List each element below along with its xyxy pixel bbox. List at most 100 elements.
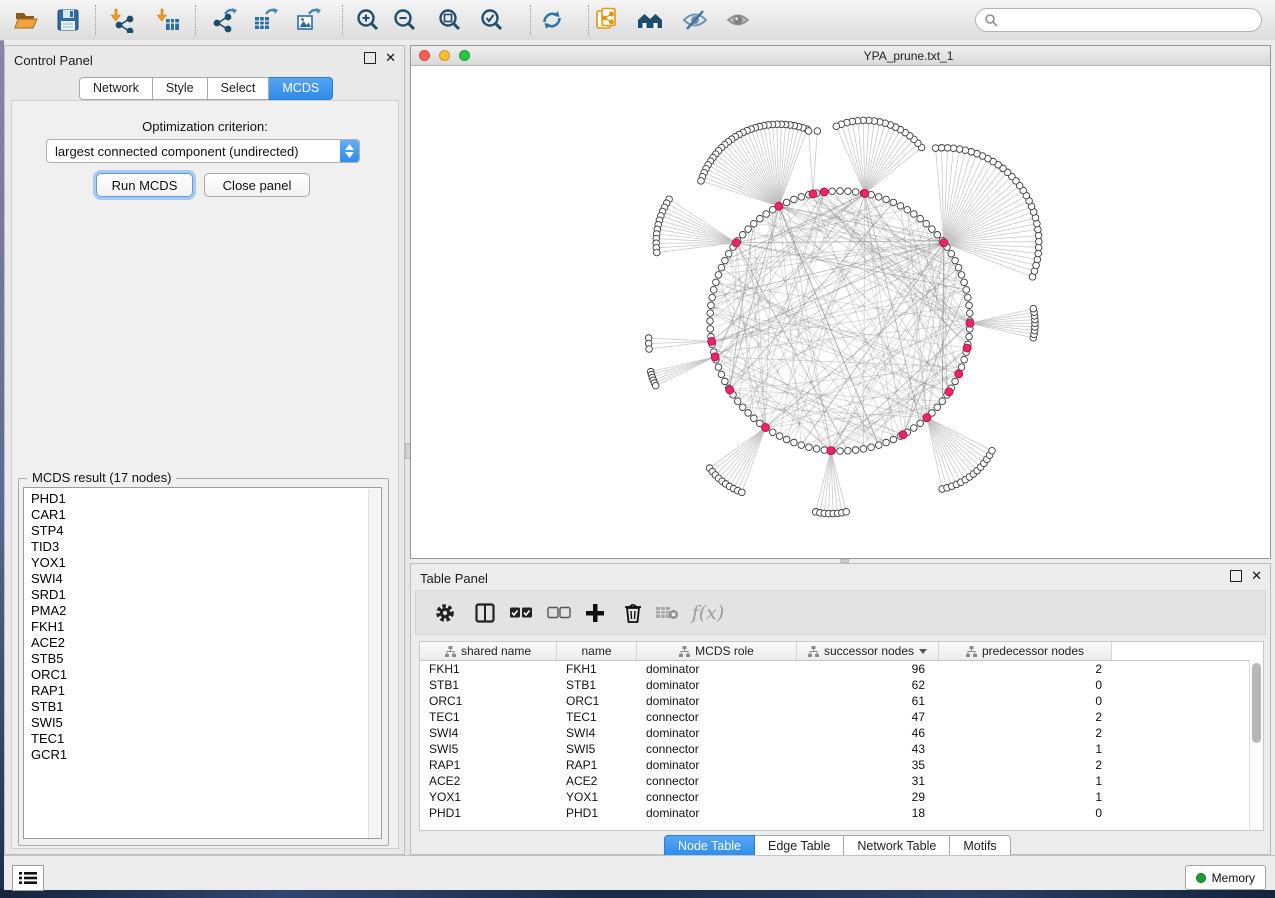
network-node[interactable]	[852, 189, 859, 196]
mcds-list-item[interactable]: STP4	[31, 523, 381, 539]
mcds-node[interactable]	[732, 239, 740, 247]
table-row[interactable]: FKH1FKH1dominator962	[420, 661, 1250, 677]
table-row[interactable]: YOX1YOX1connector291	[420, 789, 1250, 805]
network-node[interactable]	[965, 294, 972, 301]
zoom-selected-icon[interactable]	[477, 6, 507, 34]
network-node[interactable]	[734, 398, 741, 405]
mcds-list-item[interactable]: GCR1	[31, 747, 381, 763]
network-canvas[interactable]	[411, 66, 1270, 558]
mcds-node[interactable]	[708, 337, 716, 345]
network-node[interactable]	[783, 199, 790, 206]
network-document-icon[interactable]	[592, 6, 622, 34]
network-node[interactable]	[961, 279, 968, 286]
refresh-layout-icon[interactable]	[537, 6, 567, 34]
close-panel-icon[interactable]: ✕	[1251, 571, 1262, 581]
export-table-icon[interactable]	[250, 6, 280, 34]
network-node[interactable]	[718, 371, 725, 378]
deselect-all-icon[interactable]	[546, 600, 572, 626]
network-window-titlebar[interactable]: YPA_prune.txt_1	[411, 46, 1270, 66]
mcds-list-item[interactable]: SWI5	[31, 715, 381, 731]
mcds-list-item[interactable]: STB1	[31, 699, 381, 715]
mcds-node[interactable]	[940, 239, 948, 247]
mcds-node[interactable]	[899, 431, 907, 439]
table-row[interactable]: ORC1ORC1dominator610	[420, 693, 1250, 709]
tab-mcds[interactable]: MCDS	[269, 77, 333, 100]
network-node[interactable]	[798, 442, 805, 449]
export-image-icon[interactable]	[293, 6, 323, 34]
network-node[interactable]	[715, 272, 722, 279]
task-history-button[interactable]	[12, 865, 44, 891]
network-node[interactable]	[776, 433, 783, 440]
network-node[interactable]	[989, 447, 996, 454]
mcds-node[interactable]	[809, 190, 817, 198]
network-node[interactable]	[739, 231, 746, 238]
mcds-result-list[interactable]: PHD1CAR1STP4TID3YOX1SWI4SRD1PMA2FKH1ACE2…	[23, 487, 382, 839]
network-node[interactable]	[698, 178, 705, 185]
network-node[interactable]	[948, 250, 955, 257]
table-row[interactable]: SWI5SWI5connector431	[420, 741, 1250, 757]
open-file-icon[interactable]	[11, 6, 41, 34]
mcds-node[interactable]	[966, 319, 974, 327]
network-node[interactable]	[929, 226, 936, 233]
mcds-node[interactable]	[963, 344, 971, 352]
network-node[interactable]	[852, 447, 859, 454]
optimization-criterion-select[interactable]: largest connected component (undirected)	[46, 139, 360, 163]
mcds-node[interactable]	[945, 388, 953, 396]
network-node[interactable]	[708, 302, 715, 309]
column-header-predecessor-nodes[interactable]: predecessor nodes	[939, 642, 1112, 661]
chevron-down-icon[interactable]	[919, 649, 927, 654]
network-node[interactable]	[718, 264, 725, 271]
show-eye-icon[interactable]	[723, 6, 753, 34]
mcds-list-item[interactable]: ORC1	[31, 667, 381, 683]
mcds-node[interactable]	[923, 414, 931, 422]
network-node[interactable]	[955, 264, 962, 271]
network-node[interactable]	[769, 429, 776, 436]
network-node[interactable]	[791, 196, 798, 203]
mcds-list-item[interactable]: PHD1	[31, 491, 381, 507]
mcds-list-item[interactable]: YOX1	[31, 555, 381, 571]
network-node[interactable]	[875, 194, 882, 201]
float-panel-icon[interactable]	[1230, 570, 1242, 582]
column-header-MCDS-role[interactable]: MCDS role	[637, 642, 797, 661]
network-node[interactable]	[837, 448, 844, 455]
hide-eye-icon[interactable]	[680, 6, 710, 34]
network-node[interactable]	[860, 446, 867, 453]
column-header-shared-name[interactable]: shared name	[420, 642, 557, 661]
mcds-list-item[interactable]: TID3	[31, 539, 381, 555]
network-node[interactable]	[890, 199, 897, 206]
select-all-icon[interactable]	[508, 600, 534, 626]
network-node[interactable]	[745, 410, 752, 417]
network-node[interactable]	[883, 439, 890, 446]
network-node[interactable]	[750, 415, 757, 422]
mcds-node[interactable]	[775, 202, 783, 210]
network-node[interactable]	[813, 446, 820, 453]
network-node[interactable]	[952, 257, 959, 264]
add-icon[interactable]	[582, 600, 608, 626]
mcds-list-item[interactable]: TEC1	[31, 731, 381, 747]
tab-select[interactable]: Select	[208, 77, 270, 100]
network-node[interactable]	[1035, 226, 1042, 233]
network-node[interactable]	[934, 231, 941, 238]
network-node[interactable]	[725, 250, 732, 257]
search-input[interactable]	[975, 8, 1262, 32]
table-row[interactable]: TEC1TEC1connector472	[420, 709, 1250, 725]
network-node[interactable]	[783, 436, 790, 443]
mcds-list-item[interactable]: PMA2	[31, 603, 381, 619]
mcds-list-item[interactable]: SRD1	[31, 587, 381, 603]
zoom-out-icon[interactable]	[390, 6, 420, 34]
network-node[interactable]	[934, 404, 941, 411]
table-row[interactable]: SWI4SWI4dominator462	[420, 725, 1250, 741]
columns-icon[interactable]	[472, 600, 498, 626]
network-node[interactable]	[745, 226, 752, 233]
import-table-icon[interactable]	[153, 6, 183, 34]
network-node[interactable]	[709, 294, 716, 301]
network-node[interactable]	[837, 188, 844, 195]
mcds-list-item[interactable]: RAP1	[31, 683, 381, 699]
network-node[interactable]	[757, 215, 764, 222]
network-node[interactable]	[806, 444, 813, 451]
network-node[interactable]	[939, 398, 946, 405]
maximize-window-icon[interactable]	[459, 50, 470, 61]
network-node[interactable]	[707, 326, 714, 333]
network-node[interactable]	[904, 206, 911, 213]
mcds-node[interactable]	[820, 188, 828, 196]
